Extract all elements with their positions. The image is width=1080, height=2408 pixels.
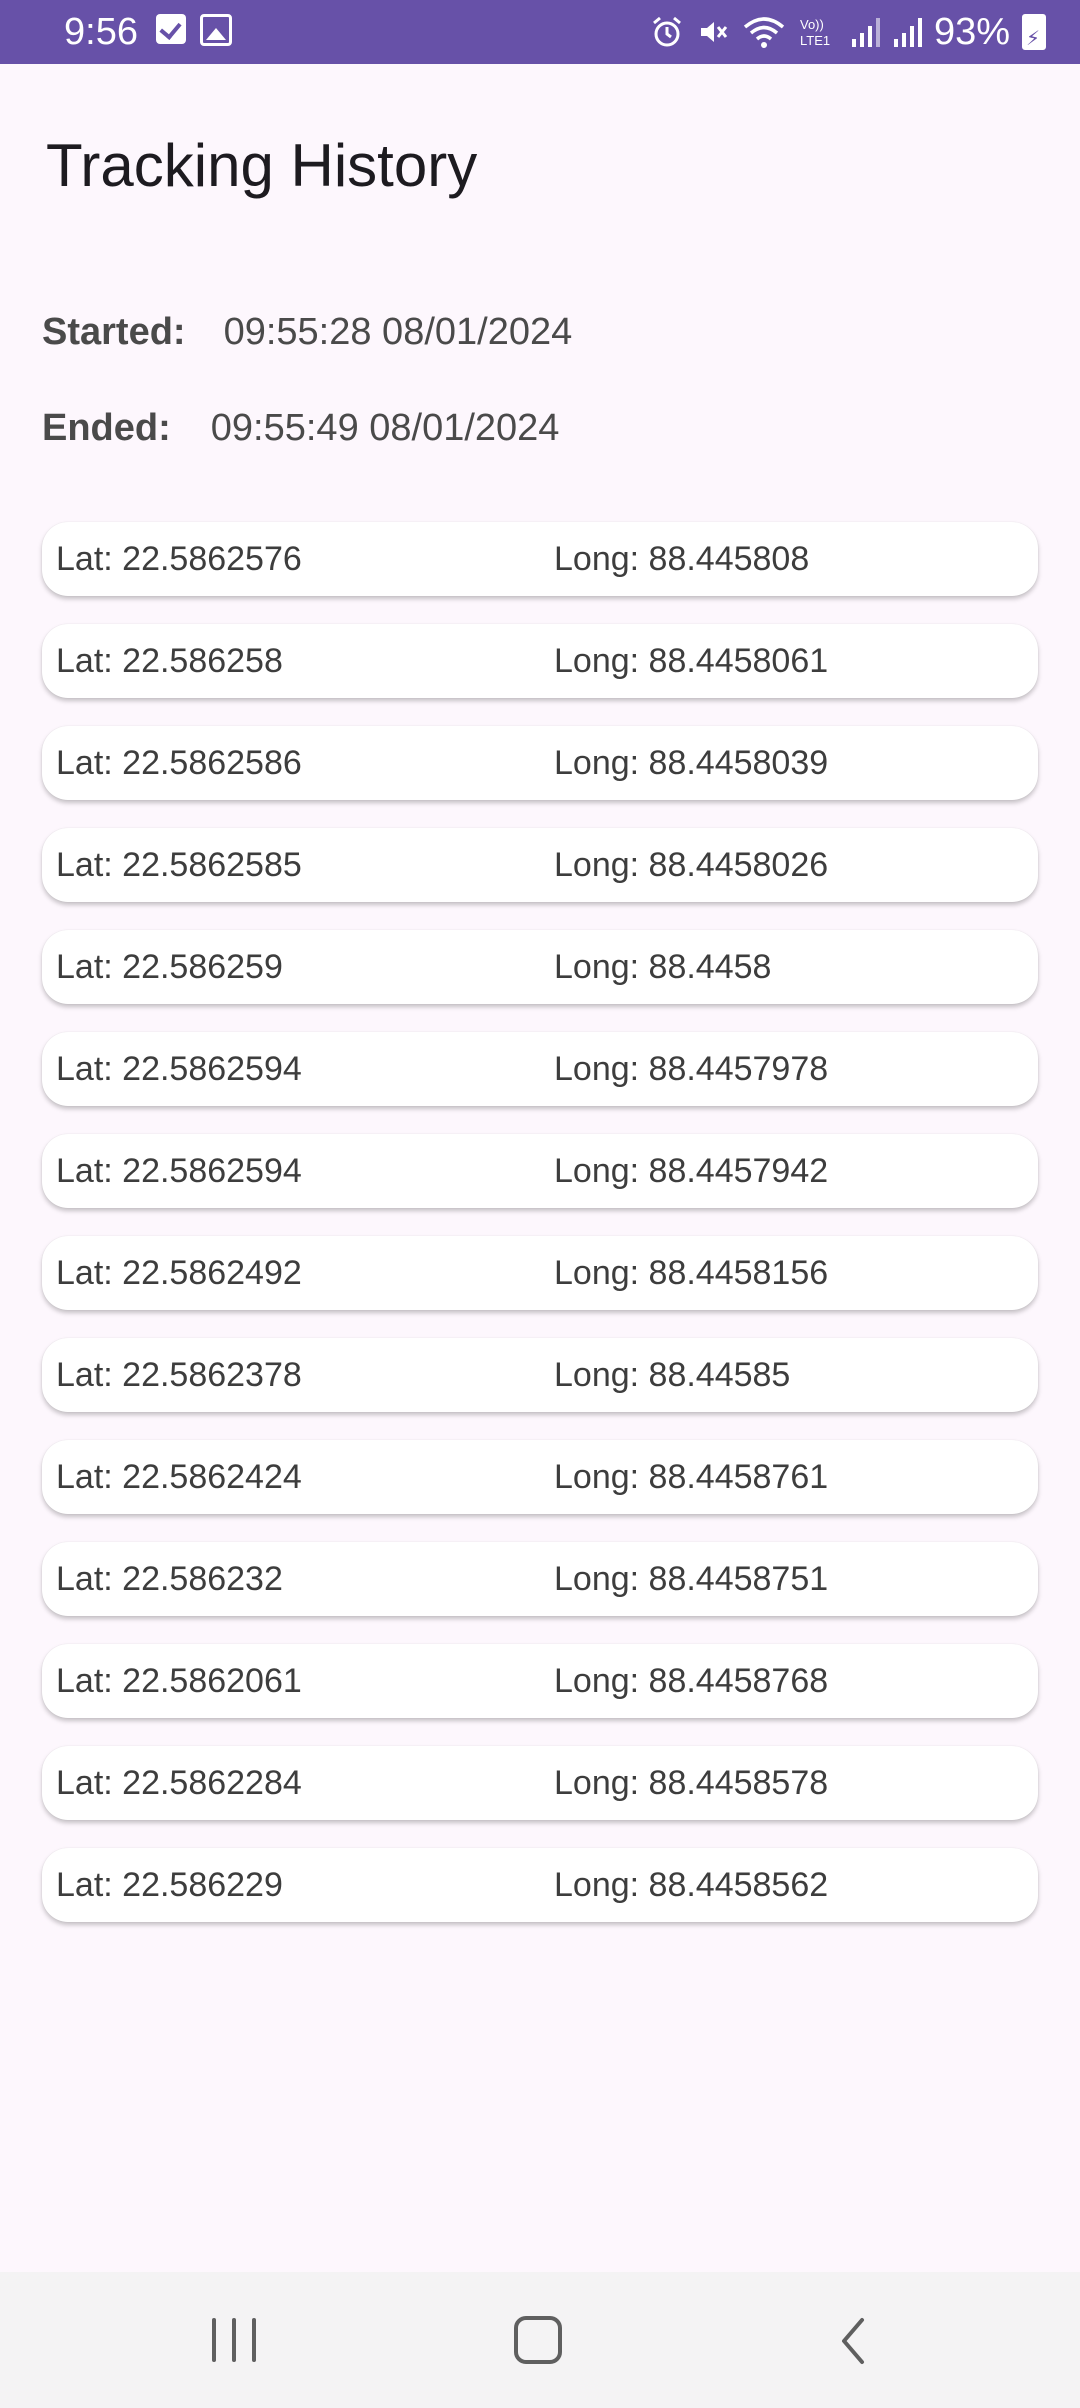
latitude-text: Lat: 22.5862576	[56, 540, 302, 578]
list-item[interactable]: Lat: 22.586259 Long: 88.4458	[42, 930, 1038, 1004]
list-item[interactable]: Lat: 22.5862061 Long: 88.4458768	[42, 1644, 1038, 1718]
longitude-text: Long: 88.4458026	[554, 846, 829, 884]
image-icon	[200, 14, 232, 46]
list-item[interactable]: Lat: 22.5862594 Long: 88.4457942	[42, 1134, 1038, 1208]
alarm-icon	[652, 16, 681, 47]
checkbox-icon	[156, 14, 186, 44]
location-list: Lat: 22.5862576 Long: 88.445808 Lat: 22.5…	[42, 522, 1038, 1950]
longitude-text: Long: 88.4458761	[554, 1458, 829, 1496]
notification-icons	[156, 14, 232, 46]
longitude-text: Long: 88.4458039	[554, 744, 829, 782]
mute-icon	[700, 22, 728, 42]
list-item[interactable]: Lat: 22.5862586 Long: 88.4458039	[42, 726, 1038, 800]
longitude-text: Long: 88.4457942	[554, 1152, 829, 1190]
list-item[interactable]: Lat: 22.5862492 Long: 88.4458156	[42, 1236, 1038, 1310]
latitude-text: Lat: 22.5862378	[56, 1356, 302, 1394]
latitude-text: Lat: 22.586259	[56, 948, 283, 986]
latitude-text: Lat: 22.5862585	[56, 846, 302, 884]
list-item[interactable]: Lat: 22.5862424 Long: 88.4458761	[42, 1440, 1038, 1514]
signal-icon	[893, 18, 922, 47]
started-row: Started: 09:55:28 08/01/2024	[42, 308, 572, 356]
svg-text:LTE1: LTE1	[800, 33, 830, 48]
latitude-text: Lat: 22.5862586	[56, 744, 302, 782]
started-label: Started:	[42, 311, 186, 353]
svg-text:Vo)): Vo))	[800, 17, 824, 32]
navigation-bar	[0, 2272, 1080, 2408]
list-item[interactable]: Lat: 22.586229 Long: 88.4458562	[42, 1848, 1038, 1922]
home-icon[interactable]	[514, 2316, 562, 2364]
status-time: 9:56	[64, 11, 138, 53]
back-icon[interactable]	[832, 2316, 876, 2366]
volte-icon: Vo)) LTE1	[800, 17, 830, 48]
list-item[interactable]: Lat: 22.5862576 Long: 88.445808	[42, 522, 1038, 596]
latitude-text: Lat: 22.586232	[56, 1560, 283, 1598]
ended-label: Ended:	[42, 407, 171, 449]
battery-percent: 93%	[933, 11, 1010, 53]
list-item[interactable]: Lat: 22.5862594 Long: 88.4457978	[42, 1032, 1038, 1106]
wifi-icon	[743, 17, 785, 48]
longitude-text: Long: 88.4458578	[554, 1764, 829, 1802]
recents-icon[interactable]	[212, 2318, 256, 2362]
battery-charging-icon	[1022, 14, 1046, 63]
system-status-icons: Vo)) LTE1 93%	[650, 8, 1046, 63]
latitude-text: Lat: 22.586229	[56, 1866, 283, 1904]
ended-value: 09:55:49 08/01/2024	[210, 407, 560, 449]
longitude-text: Long: 88.445808	[554, 540, 810, 578]
signal-icon	[851, 18, 880, 47]
status-bar: 9:56 Vo)) LTE1 93% ⚡	[0, 0, 1080, 64]
list-item[interactable]: Lat: 22.5862284 Long: 88.4458578	[42, 1746, 1038, 1820]
longitude-text: Long: 88.4458768	[554, 1662, 829, 1700]
longitude-text: Long: 88.4458	[554, 948, 772, 986]
longitude-text: Long: 88.4457978	[554, 1050, 829, 1088]
page-title: Tracking History	[46, 132, 478, 199]
longitude-text: Long: 88.44585	[554, 1356, 791, 1394]
latitude-text: Lat: 22.5862061	[56, 1662, 302, 1700]
longitude-text: Long: 88.4458751	[554, 1560, 829, 1598]
latitude-text: Lat: 22.5862594	[56, 1050, 302, 1088]
list-item[interactable]: Lat: 22.5862378 Long: 88.44585	[42, 1338, 1038, 1412]
latitude-text: Lat: 22.5862284	[56, 1764, 302, 1802]
longitude-text: Long: 88.4458061	[554, 642, 829, 680]
latitude-text: Lat: 22.586258	[56, 642, 283, 680]
list-item[interactable]: Lat: 22.586258 Long: 88.4458061	[42, 624, 1038, 698]
longitude-text: Long: 88.4458562	[554, 1866, 829, 1904]
latitude-text: Lat: 22.5862424	[56, 1458, 302, 1496]
started-value: 09:55:28 08/01/2024	[223, 311, 573, 353]
ended-row: Ended: 09:55:49 08/01/2024	[42, 404, 559, 452]
longitude-text: Long: 88.4458156	[554, 1254, 829, 1292]
list-item[interactable]: Lat: 22.586232 Long: 88.4458751	[42, 1542, 1038, 1616]
latitude-text: Lat: 22.5862492	[56, 1254, 302, 1292]
latitude-text: Lat: 22.5862594	[56, 1152, 302, 1190]
list-item[interactable]: Lat: 22.5862585 Long: 88.4458026	[42, 828, 1038, 902]
